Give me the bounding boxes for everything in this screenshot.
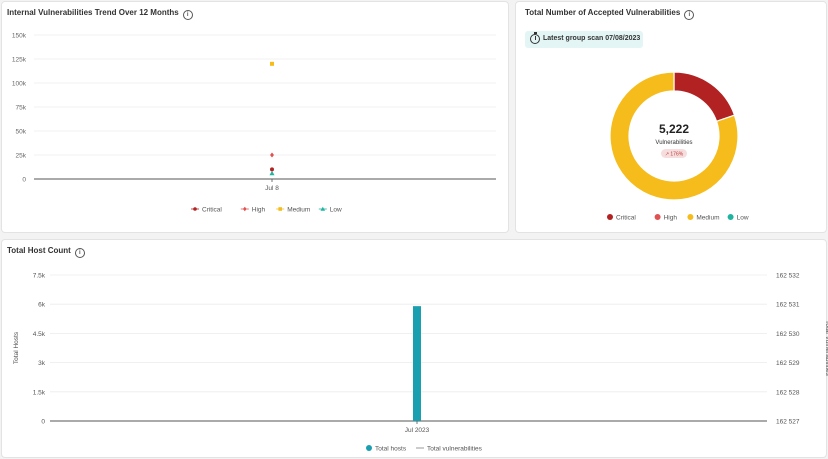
legend-dot-low [727, 214, 734, 220]
y-tick-label: 4.5k [33, 331, 46, 338]
y-tick-label: 25k [16, 153, 27, 160]
legend-label-high: High [252, 207, 266, 214]
y2-tick-label: 162 530 [776, 331, 800, 338]
legend-marker-critical [193, 207, 197, 211]
legend-label-total-vulnerabilities: Total vulnerabilities [427, 446, 483, 453]
legend-dot-high [654, 214, 661, 220]
legend-label-medium: Medium [287, 207, 310, 214]
legend-label-medium: Medium [696, 215, 719, 222]
y-tick-label: 0 [22, 177, 26, 184]
host-count-panel: Total Host Count i 0 162 527 1.5k 162 528 3k 1… [1, 239, 828, 458]
legend-label-critical: Critical [616, 215, 636, 222]
trend-chart: 0 25k 50k 75k 100k 125k 150k Jul 8 Critical High M… [12, 33, 496, 214]
y2-axis-label: Total Vulnerabilities [824, 320, 828, 377]
data-point-low [269, 170, 275, 176]
legend-dot-medium [687, 214, 694, 220]
y-axis-label: Total Hosts [13, 331, 20, 364]
y-tick-label: 125k [12, 57, 27, 64]
y-tick-label: 7.5k [33, 273, 46, 280]
legend-dot-critical [607, 214, 613, 220]
host-count-chart: 0 162 527 1.5k 162 528 3k 162 529 4.5k 162 530 6… [13, 273, 828, 453]
accepted-donut-chart: 5,222 Vulnerabilities ↗ 176% Critical High Me… [607, 71, 749, 222]
y-tick-label: 1.5k [33, 389, 46, 396]
total-vulnerabilities-label: Vulnerabilities [655, 140, 692, 146]
vulnerability-trend-panel: Internal Vulnerabilities Trend Over 12 M… [1, 1, 509, 233]
legend-marker-medium [278, 207, 282, 211]
y-tick-label: 150k [12, 33, 27, 40]
legend-marker-high [243, 206, 247, 212]
y-tick-label: 100k [12, 81, 27, 88]
legend-label-total-hosts: Total hosts [375, 446, 407, 453]
y-tick-label: 50k [16, 129, 27, 136]
x-tick-label: Jul 8 [265, 185, 279, 192]
x-tick-label: Jul 2023 [405, 427, 430, 434]
y-tick-label: 0 [41, 419, 45, 426]
legend-label-high: High [664, 215, 678, 222]
data-point-high [270, 152, 274, 158]
y-tick-label: 3k [38, 360, 46, 367]
y2-tick-label: 162 529 [776, 360, 800, 367]
change-badge: ↗ 176% [665, 152, 684, 158]
y2-tick-label: 162 532 [776, 273, 800, 280]
bar-total-hosts [413, 306, 421, 421]
legend-label-critical: Critical [202, 207, 222, 214]
y-tick-label: 6k [38, 302, 46, 309]
data-point-medium [270, 61, 274, 66]
donut-slice-critical [673, 71, 736, 123]
y2-tick-label: 162 527 [776, 419, 800, 426]
y-tick-label: 75k [16, 105, 27, 112]
legend-dot-total-hosts [366, 445, 372, 451]
total-vulnerabilities-value: 5,222 [659, 122, 689, 136]
legend-label-low: Low [330, 207, 342, 214]
y2-tick-label: 162 531 [776, 302, 800, 309]
accepted-vulnerabilities-panel: Total Number of Accepted Vulnerabilities… [515, 1, 827, 233]
legend-label-low: Low [737, 215, 749, 222]
y2-tick-label: 162 528 [776, 389, 800, 396]
